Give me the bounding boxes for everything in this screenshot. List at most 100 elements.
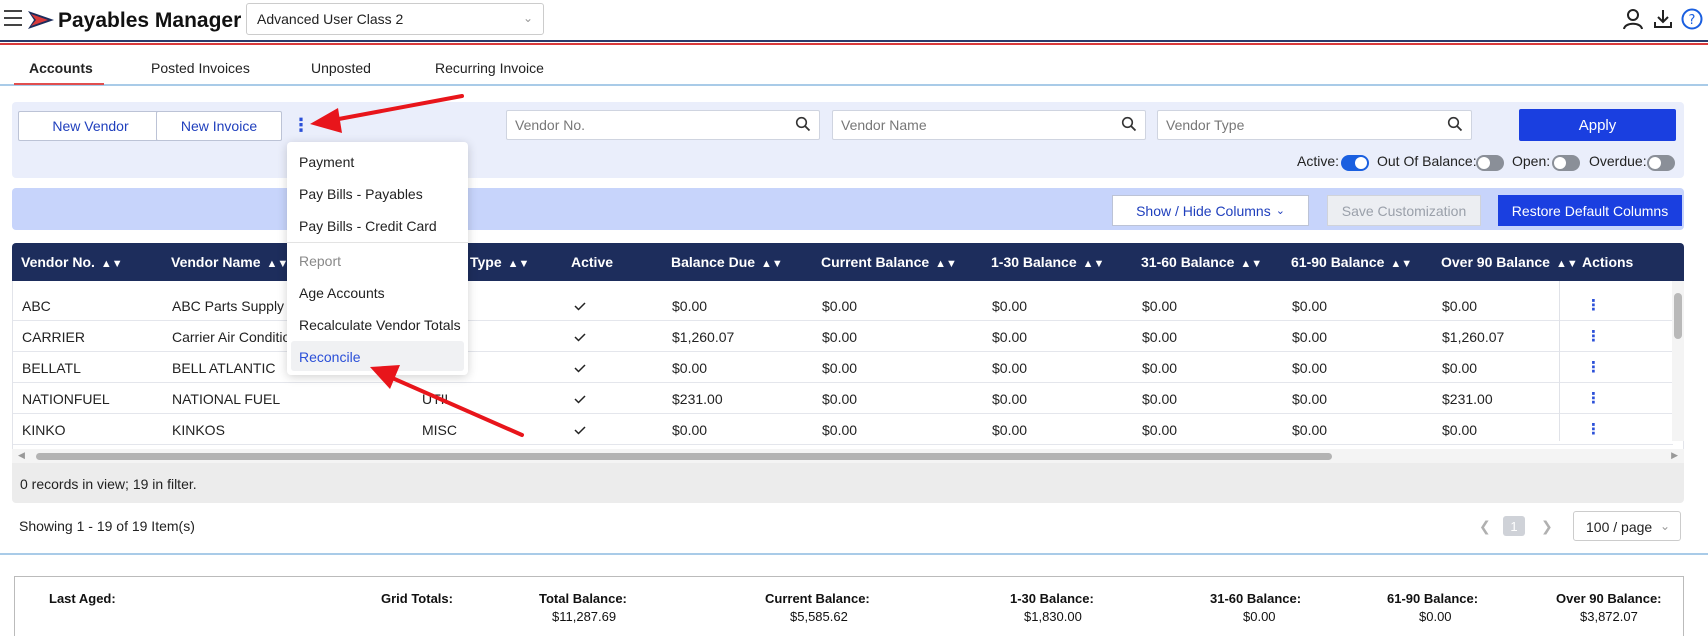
chevron-down-icon: ⌄ [522, 11, 533, 25]
column-header-vendor-name[interactable]: Vendor Name ▲▼ [171, 254, 288, 270]
help-icon[interactable]: ? [1681, 8, 1703, 30]
cell-balance-due: $0.00 [672, 422, 708, 438]
row-actions-icon[interactable]: ⋮ [1586, 420, 1601, 438]
table-row[interactable]: BELLATL BELL ATLANTIC $0.00 $0.00 $0.00 … [13, 352, 1673, 383]
chevron-down-icon: ⌄ [1659, 519, 1670, 533]
61-90-balance-label: 61-90 Balance: [1387, 591, 1479, 606]
tab-unposted[interactable]: Unposted [311, 60, 371, 76]
user-icon[interactable] [1622, 8, 1644, 30]
sort-icon: ▲▼ [266, 258, 289, 270]
menu-item-age-accounts[interactable]: Age Accounts [299, 285, 385, 301]
out-of-balance-toggle-label: Out Of Balance: [1377, 153, 1477, 169]
cell-balance-due: $231.00 [672, 391, 723, 407]
prev-page-icon[interactable]: ❮ [1479, 518, 1491, 535]
column-header-balance-due[interactable]: Balance Due ▲▼ [671, 254, 783, 270]
svg-text:?: ? [1689, 13, 1696, 28]
tab-posted-invoices[interactable]: Posted Invoices [151, 60, 250, 76]
horizontal-scroll-thumb[interactable] [36, 453, 1332, 460]
active-toggle[interactable] [1341, 155, 1369, 171]
save-customization-button[interactable]: Save Customization [1327, 195, 1481, 226]
vertical-scrollbar[interactable] [1672, 281, 1684, 441]
open-toggle[interactable] [1552, 155, 1580, 171]
column-header-type[interactable]: Type ▲▼ [470, 254, 529, 270]
more-actions-icon[interactable]: ⋮ [292, 116, 310, 134]
app-title: Payables Manager [58, 9, 242, 32]
apply-button[interactable]: Apply [1519, 109, 1676, 141]
cell-1-30-balance: $0.00 [992, 422, 1028, 438]
restore-default-columns-button[interactable]: Restore Default Columns [1498, 195, 1682, 226]
cell-61-90-balance: $0.00 [1292, 298, 1328, 314]
cell-31-60-balance: $0.00 [1142, 391, 1178, 407]
table-row[interactable]: NATIONFUEL NATIONAL FUEL UTIL $231.00 $0… [13, 383, 1673, 414]
menu-item-recalculate-vendor-totals[interactable]: Recalculate Vendor Totals [299, 317, 461, 333]
row-actions-icon[interactable]: ⋮ [1586, 389, 1601, 407]
column-header-61-90-balance[interactable]: 61-90 Balance ▲▼ [1291, 254, 1412, 270]
menu-item-reconcile[interactable]: Reconcile [299, 349, 360, 365]
cell-61-90-balance: $0.00 [1292, 360, 1328, 376]
column-header-31-60-balance[interactable]: 31-60 Balance ▲▼ [1141, 254, 1262, 270]
vertical-scroll-thumb[interactable] [1674, 293, 1682, 339]
scroll-left-icon[interactable]: ◀ [18, 450, 25, 461]
column-header-current-balance[interactable]: Current Balance ▲▼ [821, 254, 957, 270]
row-actions-icon[interactable]: ⋮ [1586, 358, 1601, 376]
tab-accounts[interactable]: Accounts [29, 60, 93, 76]
table-row[interactable]: ABC ABC Parts Supply $0.00 $0.00 $0.00 $… [13, 290, 1673, 321]
search-icon[interactable] [1447, 116, 1463, 132]
column-header-vendor-no[interactable]: Vendor No. ▲▼ [21, 254, 123, 270]
row-actions-icon[interactable]: ⋮ [1586, 296, 1601, 314]
out-of-balance-toggle[interactable] [1476, 155, 1504, 171]
tab-bar: Accounts Posted Invoices Unposted Recurr… [0, 52, 1708, 86]
cell-vendor-no: ABC [22, 298, 51, 314]
next-page-icon[interactable]: ❯ [1541, 518, 1553, 535]
per-page-value: 100 / page [1586, 519, 1653, 535]
cell-61-90-balance: $0.00 [1292, 422, 1328, 438]
cell-31-60-balance: $0.00 [1142, 422, 1178, 438]
user-class-value: Advanced User Class 2 [257, 11, 404, 27]
overdue-toggle-label: Overdue: [1589, 153, 1647, 169]
show-hide-columns-label: Show / Hide Columns [1136, 202, 1271, 219]
check-icon [574, 333, 586, 342]
cell-vendor-no: NATIONFUEL [22, 391, 110, 407]
column-header-1-30-balance[interactable]: 1-30 Balance ▲▼ [991, 254, 1104, 270]
table-row[interactable]: CARRIER Carrier Air Conditio $1,260.07 $… [13, 321, 1673, 352]
search-icon[interactable] [1121, 116, 1137, 132]
cell-61-90-balance: $0.00 [1292, 329, 1328, 345]
user-class-select[interactable]: Advanced User Class 2 ⌄ [246, 3, 544, 35]
table-row[interactable]: KINKO KINKOS MISC $0.00 $0.00 $0.00 $0.0… [13, 414, 1673, 445]
header-stripe-navy [0, 40, 1708, 42]
row-actions-icon[interactable]: ⋮ [1586, 327, 1601, 345]
total-balance-value: $11,287.69 [552, 609, 617, 624]
tab-recurring-invoice[interactable]: Recurring Invoice [435, 60, 544, 76]
menu-icon[interactable] [4, 10, 22, 26]
current-page-button[interactable]: 1 [1503, 516, 1525, 536]
cell-1-30-balance: $0.00 [992, 360, 1028, 376]
menu-item-pay-bills-credit-card[interactable]: Pay Bills - Credit Card [299, 218, 437, 234]
cell-over-90-balance: $0.00 [1442, 298, 1478, 314]
cell-balance-due: $0.00 [672, 360, 708, 376]
menu-item-payment[interactable]: Payment [299, 154, 354, 170]
vendor-name-input[interactable]: Vendor Name [832, 110, 1146, 140]
cell-31-60-balance: $0.00 [1142, 298, 1178, 314]
check-icon [574, 364, 586, 373]
current-balance-label: Current Balance: [765, 591, 870, 606]
cell-over-90-balance: $0.00 [1442, 422, 1478, 438]
cell-vendor-name: BELL ATLANTIC [172, 360, 276, 376]
grid-totals-label: Grid Totals: [381, 591, 453, 606]
menu-item-pay-bills-payables[interactable]: Pay Bills - Payables [299, 186, 423, 202]
scroll-right-icon[interactable]: ▶ [1671, 450, 1678, 461]
column-header-actions: Actions [1582, 254, 1634, 270]
vendor-no-input[interactable]: Vendor No. [506, 110, 820, 140]
column-header-over-90-balance[interactable]: Over 90 Balance ▲▼ [1441, 254, 1578, 270]
vendor-type-input[interactable]: Vendor Type [1157, 110, 1472, 140]
overdue-toggle[interactable] [1647, 155, 1675, 171]
search-icon[interactable] [795, 116, 811, 132]
download-icon[interactable] [1652, 8, 1674, 30]
new-vendor-button[interactable]: New Vendor [18, 111, 163, 141]
column-header-active[interactable]: Active [571, 254, 613, 270]
per-page-select[interactable]: 100 / page ⌄ [1573, 511, 1681, 541]
1-30-balance-value: $1,830.00 [1024, 609, 1082, 624]
show-hide-columns-button[interactable]: Show / Hide Columns ⌄ [1112, 195, 1309, 226]
new-invoice-button[interactable]: New Invoice [156, 111, 282, 141]
horizontal-scrollbar[interactable]: ◀ ▶ [12, 449, 1684, 463]
active-toggle-label: Active: [1297, 153, 1340, 169]
